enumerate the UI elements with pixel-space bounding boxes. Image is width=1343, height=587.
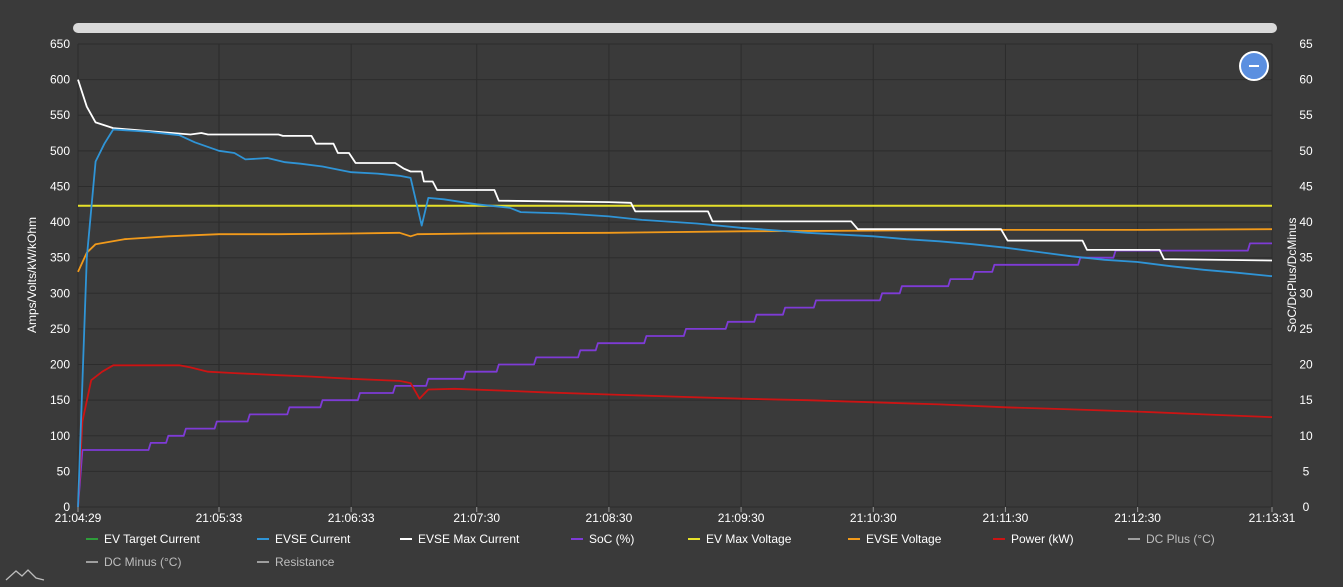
legend-label: EV Max Voltage bbox=[706, 532, 792, 546]
right-tick-label: 30 bbox=[1299, 286, 1313, 300]
legend-item-evse-max-current[interactable]: EVSE Max Current bbox=[400, 532, 520, 546]
left-tick-label: 50 bbox=[57, 464, 71, 478]
left-tick-label: 500 bbox=[50, 144, 70, 158]
legend-item-soc[interactable]: SoC (%) bbox=[571, 532, 634, 546]
left-tick-label: 150 bbox=[50, 393, 70, 407]
left-axis-title: Amps/Volts/kW/kOhm bbox=[25, 217, 39, 333]
right-tick-label: 20 bbox=[1299, 358, 1313, 372]
series-line-soc bbox=[77, 242, 1272, 508]
legend-item-power[interactable]: Power (kW) bbox=[993, 532, 1074, 546]
left-tick-label: 350 bbox=[50, 251, 70, 265]
x-tick-label: 21:11:30 bbox=[983, 511, 1029, 525]
legend-item-evse-voltage[interactable]: EVSE Voltage bbox=[848, 532, 942, 546]
charging-chart: 0 050 5100 10150 15200 20250 25300 30350 35400 40… bbox=[25, 37, 1313, 569]
legend-item-ev-target-current[interactable]: EV Target Current bbox=[86, 532, 200, 546]
grid bbox=[77, 43, 1273, 508]
zoom-out-button[interactable] bbox=[1239, 51, 1269, 81]
legend-label: EV Target Current bbox=[104, 532, 200, 546]
axes: 0 050 5100 10150 15200 20250 25300 30350 35400 40… bbox=[50, 37, 1313, 525]
legend: EV Target Current EVSE Current EVSE Max Cu… bbox=[86, 532, 1215, 569]
x-tick-label: 21:08:30 bbox=[586, 511, 633, 525]
right-tick-label: 45 bbox=[1299, 179, 1313, 193]
legend-item-resistance[interactable]: Resistance bbox=[257, 555, 335, 569]
legend-item-evse-current[interactable]: EVSE Current bbox=[257, 532, 351, 546]
right-tick-label: 0 bbox=[1303, 500, 1310, 514]
left-tick-label: 200 bbox=[50, 358, 70, 372]
x-tick-label: 21:05:33 bbox=[196, 511, 243, 525]
x-tick-label: 21:12:30 bbox=[1114, 511, 1161, 525]
right-tick-label: 65 bbox=[1299, 37, 1313, 51]
legend-label: DC Plus (°C) bbox=[1146, 532, 1215, 546]
left-tick-label: 450 bbox=[50, 179, 70, 193]
right-tick-label: 60 bbox=[1299, 73, 1313, 87]
x-tick-label: 21:06:33 bbox=[328, 511, 375, 525]
x-tick-label: 21:13:31 bbox=[1249, 511, 1296, 525]
right-tick-label: 15 bbox=[1299, 393, 1313, 407]
right-tick-label: 40 bbox=[1299, 215, 1313, 229]
right-tick-label: 35 bbox=[1299, 251, 1313, 265]
left-tick-label: 550 bbox=[50, 108, 70, 122]
legend-label: EVSE Current bbox=[275, 532, 351, 546]
right-axis-title: SoC/DcPlus/DcMinus bbox=[1285, 218, 1299, 333]
legend-item-dc-plus[interactable]: DC Plus (°C) bbox=[1128, 532, 1215, 546]
left-tick-label: 100 bbox=[50, 429, 70, 443]
right-tick-label: 5 bbox=[1303, 464, 1310, 478]
left-tick-label: 400 bbox=[50, 215, 70, 229]
legend-label: SoC (%) bbox=[589, 532, 634, 546]
mountain-logo-icon bbox=[5, 569, 45, 581]
minus-icon bbox=[1249, 65, 1259, 67]
right-tick-label: 50 bbox=[1299, 144, 1313, 158]
right-tick-label: 25 bbox=[1299, 322, 1313, 336]
left-tick-label: 600 bbox=[50, 73, 70, 87]
legend-label: Resistance bbox=[275, 555, 335, 569]
x-tick-label: 21:10:30 bbox=[850, 511, 897, 525]
x-tick-label: 21:04:29 bbox=[55, 511, 102, 525]
x-tick-label: 21:07:30 bbox=[453, 511, 500, 525]
right-tick-label: 55 bbox=[1299, 108, 1313, 122]
left-tick-label: 300 bbox=[50, 286, 70, 300]
left-tick-label: 650 bbox=[50, 37, 70, 51]
legend-item-ev-max-voltage[interactable]: EV Max Voltage bbox=[688, 532, 792, 546]
left-tick-label: 250 bbox=[50, 322, 70, 336]
legend-label: EVSE Voltage bbox=[866, 532, 942, 546]
legend-label: EVSE Max Current bbox=[418, 532, 520, 546]
legend-item-dc-minus[interactable]: DC Minus (°C) bbox=[86, 555, 181, 569]
x-tick-label: 21:09:30 bbox=[718, 511, 765, 525]
legend-label: DC Minus (°C) bbox=[104, 555, 181, 569]
legend-label: Power (kW) bbox=[1011, 532, 1074, 546]
right-tick-label: 10 bbox=[1299, 429, 1313, 443]
